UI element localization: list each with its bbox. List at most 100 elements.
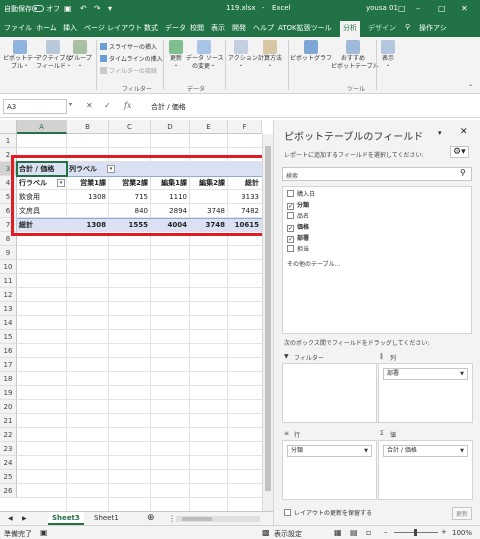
zoom-slider-thumb[interactable]	[414, 529, 417, 536]
update-button[interactable]: 更新	[452, 507, 473, 520]
redo-icon[interactable]: ↷	[94, 3, 101, 15]
insert-timeline-button[interactable]: タイムラインの挿入	[100, 54, 163, 63]
tab-developer[interactable]: 開発	[232, 23, 246, 33]
row-header[interactable]: 26	[0, 484, 17, 498]
gear-icon[interactable]: ⚙▾	[450, 146, 469, 158]
row-header[interactable]: 23	[0, 442, 17, 456]
row-header[interactable]: 15	[0, 330, 17, 344]
chip-dropdown-icon[interactable]: ▼	[460, 446, 464, 456]
scroll-right-icon[interactable]: ▶	[18, 512, 31, 525]
calculation-button[interactable]: 計算方法 ・	[255, 40, 285, 71]
show-button[interactable]: 表示 ・	[378, 40, 398, 71]
insert-slicer-button[interactable]: スライサーの挿入	[100, 42, 157, 51]
zoom-in-icon[interactable]: +	[441, 528, 447, 536]
row-header[interactable]: 13	[0, 302, 17, 316]
filter-area[interactable]	[282, 363, 377, 423]
checkbox-checked-icon[interactable]: ✓	[287, 203, 294, 210]
row-header[interactable]: 25	[0, 470, 17, 484]
row-header[interactable]: 22	[0, 428, 17, 442]
column-header-e[interactable]: E	[190, 120, 228, 134]
values-area[interactable]: 合計 / 価格 ▼	[378, 440, 473, 500]
columns-area[interactable]: 部署 ▼	[378, 363, 473, 423]
fx-icon[interactable]: fx	[124, 101, 131, 110]
zoom-out-icon[interactable]: –	[384, 528, 388, 536]
tab-formulas[interactable]: 数式	[144, 23, 158, 33]
row-header[interactable]: 24	[0, 456, 17, 470]
rows-field-chip[interactable]: 分類 ▼	[287, 445, 372, 457]
spreadsheet-grid[interactable]: A B C D E F 1 2 3 4 5 6 7 8 9 10 11 12 13 14 15 16 17 18 1…	[0, 120, 273, 512]
horizontal-scroll-thumb[interactable]	[182, 517, 212, 521]
vertical-scroll-thumb[interactable]	[265, 146, 271, 491]
row-header[interactable]: 14	[0, 316, 17, 330]
refresh-button[interactable]: 更新 ・	[166, 40, 186, 71]
name-box-dropdown-icon[interactable]: ▾	[69, 101, 72, 108]
sheet-tab-sheet1[interactable]: Sheet1	[90, 512, 123, 525]
row-header[interactable]: 17	[0, 358, 17, 372]
checkbox-checked-icon[interactable]: ✓	[287, 225, 294, 232]
column-header-a[interactable]: A	[17, 120, 67, 134]
tab-insert[interactable]: 挿入	[63, 23, 77, 33]
defer-update-checkbox[interactable]: レイアウトの更新を保留する	[284, 509, 372, 520]
page-layout-view-icon[interactable]: ▤	[350, 528, 358, 537]
action-button[interactable]: アクション ・	[228, 40, 258, 71]
collapse-ribbon-icon[interactable]: ⌃	[468, 84, 473, 91]
row-header[interactable]: 9	[0, 246, 17, 260]
checkbox-icon[interactable]	[287, 190, 294, 197]
row-header[interactable]: 20	[0, 400, 17, 414]
field-item-price[interactable]: ✓ 価格	[287, 223, 309, 234]
filter-connections-button[interactable]: フィルターの接続	[100, 66, 157, 75]
autosave-toggle[interactable]	[32, 5, 44, 12]
checkbox-icon[interactable]	[287, 245, 294, 252]
tab-view[interactable]: 表示	[211, 23, 225, 33]
name-box[interactable]: A3	[3, 99, 67, 114]
normal-view-icon[interactable]: ▦	[334, 528, 342, 537]
tab-help[interactable]: ヘルプ	[253, 23, 274, 33]
search-icon[interactable]: ⚲	[460, 168, 466, 177]
row-header[interactable]: 18	[0, 372, 17, 386]
tell-me[interactable]: 操作アシ	[419, 23, 447, 33]
chip-dropdown-icon[interactable]: ▼	[460, 369, 464, 379]
field-search-input[interactable]: 検索	[282, 167, 472, 181]
pivot-table-button[interactable]: ピボットテー ブル・	[3, 40, 39, 71]
tab-design[interactable]: デザイン	[368, 23, 396, 33]
macro-record-icon[interactable]: ▣	[40, 528, 48, 537]
field-item-category[interactable]: ✓ 分類	[287, 201, 309, 212]
tab-home[interactable]: ホーム	[36, 23, 57, 33]
maximize-icon[interactable]: □	[438, 3, 446, 15]
checkbox-icon[interactable]	[287, 212, 294, 219]
column-header-d[interactable]: D	[151, 120, 190, 134]
group-button[interactable]: グループ ・	[68, 40, 92, 71]
minimize-icon[interactable]: –	[416, 3, 420, 15]
row-header[interactable]: 16	[0, 344, 17, 358]
enter-icon[interactable]: ✓	[104, 101, 111, 110]
checkbox-checked-icon[interactable]: ✓	[287, 236, 294, 243]
add-sheet-icon[interactable]: ⊕	[143, 512, 159, 525]
display-settings-label[interactable]: 表示設定	[274, 529, 302, 539]
display-settings-icon[interactable]: ▩	[262, 528, 270, 537]
row-header[interactable]: 1	[0, 134, 17, 148]
close-icon[interactable]: ✕	[461, 3, 468, 15]
row-header[interactable]: 11	[0, 274, 17, 288]
search-icon[interactable]: ⚲	[405, 23, 410, 31]
recommended-pivot-button[interactable]: おすすめ ピボットテーブル	[331, 40, 379, 71]
vertical-scrollbar[interactable]	[262, 134, 273, 512]
tab-data[interactable]: データ	[165, 23, 186, 33]
select-all-corner[interactable]	[0, 120, 17, 134]
column-header-b[interactable]: B	[67, 120, 109, 134]
row-header[interactable]: 19	[0, 386, 17, 400]
tab-review[interactable]: 校閲	[190, 23, 204, 33]
more-tables-link[interactable]: その他のテーブル...	[287, 260, 340, 271]
quick-access-icon[interactable]: ▾	[108, 3, 112, 15]
column-header-f[interactable]: F	[228, 120, 262, 134]
page-break-view-icon[interactable]: ▫	[366, 528, 371, 537]
row-header[interactable]: 10	[0, 260, 17, 274]
tab-atok[interactable]: ATOK拡張ツール	[278, 23, 332, 33]
checkbox-icon[interactable]	[284, 509, 291, 516]
chip-dropdown-icon[interactable]: ▼	[364, 446, 368, 456]
user-name[interactable]: yousa 01	[366, 4, 398, 12]
values-field-chip[interactable]: 合計 / 価格 ▼	[383, 445, 468, 457]
field-item-department[interactable]: ✓ 部署	[287, 234, 309, 245]
sheet-tab-sheet3[interactable]: Sheet3	[48, 512, 84, 525]
pane-close-icon[interactable]: ✕	[460, 127, 468, 137]
tab-file[interactable]: ファイル	[4, 23, 32, 33]
